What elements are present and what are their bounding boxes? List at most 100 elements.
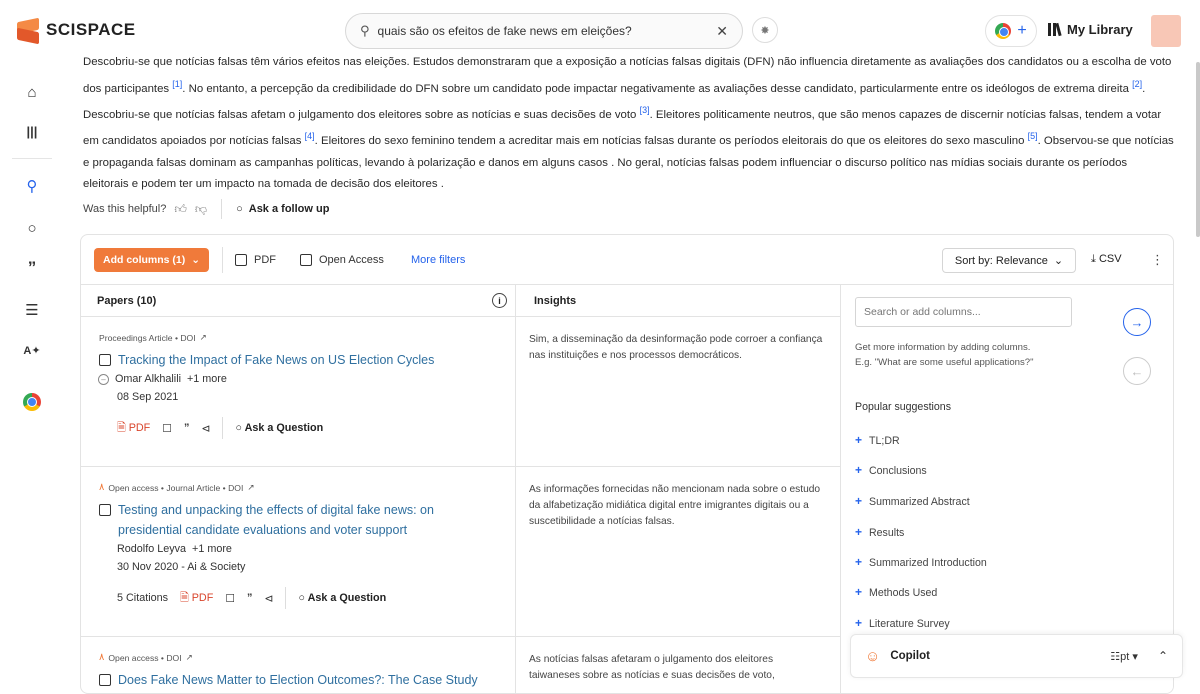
- page-scrollbar[interactable]: [1196, 62, 1200, 237]
- popular-suggestions-heading: Popular suggestions: [855, 401, 951, 413]
- arrow-left-icon[interactable]: ←: [1123, 357, 1151, 385]
- library-icon[interactable]: |||: [20, 119, 44, 143]
- plus-icon: +: [855, 463, 863, 477]
- ask-question-button[interactable]: ○ Ask a Question: [298, 592, 386, 604]
- ask-follow-up-button[interactable]: ○ Ask a follow up: [236, 203, 329, 215]
- more-authors[interactable]: +1 more: [192, 543, 232, 555]
- suggestion-item[interactable]: + TL;DR: [855, 434, 900, 447]
- more-options-icon[interactable]: ⋮: [1151, 252, 1164, 268]
- citation-ref[interactable]: [2]: [1132, 79, 1142, 89]
- suggestion-item[interactable]: + Results: [855, 526, 904, 539]
- pdf-button[interactable]: 🗎︎ PDF: [117, 419, 150, 438]
- info-icon[interactable]: i: [492, 293, 507, 308]
- table-toolbar: Add columns (1) ⌄ PDF Open Access More f…: [81, 235, 1173, 285]
- add-columns-button[interactable]: Add columns (1) ⌄: [94, 248, 210, 272]
- bookmark-icon[interactable]: ☐: [225, 592, 235, 605]
- scispace-logo[interactable]: SCISPACE: [16, 17, 136, 45]
- csv-export-button[interactable]: ⤓ CSV: [1091, 253, 1122, 266]
- select-paper-checkbox[interactable]: [99, 354, 111, 366]
- insight-cell: As notícias falsas afetaram o julgamento…: [516, 637, 841, 693]
- sort-label: Sort by: Relevance: [954, 254, 1048, 267]
- search-icon[interactable]: ⚲: [20, 174, 44, 198]
- pdf-filter-checkbox[interactable]: PDF: [235, 254, 276, 266]
- collapse-icon[interactable]: –: [98, 373, 109, 385]
- language-selector[interactable]: ☷pt ▾: [1110, 650, 1138, 663]
- chrome-icon[interactable]: [20, 390, 44, 414]
- copilot-label: Copilot: [890, 650, 930, 662]
- divider: [222, 247, 223, 273]
- sort-dropdown[interactable]: Sort by: Relevance ⌄: [942, 248, 1076, 273]
- suggestion-item[interactable]: + Methods Used: [855, 586, 937, 599]
- citations-count[interactable]: 5 Citations: [117, 592, 168, 604]
- quote-icon[interactable]: ”: [20, 256, 44, 280]
- answer-text: . Eleitores do sexo feminino tendem a ac…: [314, 135, 1028, 148]
- home-icon[interactable]: ⌂: [20, 80, 44, 104]
- share-icon[interactable]: ⊲: [201, 422, 210, 435]
- chevron-down-icon: ⌄: [1053, 255, 1064, 267]
- search-input[interactable]: [377, 24, 717, 38]
- chrome-extension-button[interactable]: +: [985, 15, 1037, 47]
- paper-cell: ٨ Open access • DOI ↗ Does Fake News Mat…: [81, 637, 516, 693]
- panel-hint-line: E.g. "What are some useful applications?…: [855, 357, 1034, 368]
- divider: [221, 199, 223, 219]
- paper-meta: ٨ Open access • Journal Article • DOI ↗: [99, 482, 497, 493]
- ai-writer-icon[interactable]: A✦: [20, 338, 44, 362]
- clear-search-icon[interactable]: ✕: [716, 23, 728, 40]
- suggestion-label: Conclusions: [869, 465, 927, 477]
- share-icon[interactable]: ⊲: [264, 592, 273, 605]
- suggestion-label: Summarized Abstract: [869, 496, 970, 508]
- open-access-checkbox[interactable]: Open Access: [300, 254, 384, 266]
- more-authors[interactable]: +1 more: [187, 373, 227, 385]
- add-column-input[interactable]: [855, 297, 1072, 327]
- author-name: Rodolfo Leyva: [117, 543, 187, 555]
- suggestion-item[interactable]: + Summarized Introduction: [855, 556, 987, 569]
- search-bar[interactable]: ⚲ ✕: [345, 13, 743, 49]
- external-link-icon[interactable]: ↗: [186, 652, 193, 663]
- chevron-up-icon[interactable]: ⌃: [1158, 649, 1168, 663]
- paper-title[interactable]: Testing and unpacking the effects of dig…: [118, 500, 497, 540]
- left-nav-rail: ⌂ ||| ⚲ ○ ” ☰ A✦: [0, 62, 64, 682]
- list-icon[interactable]: ☰: [20, 298, 44, 322]
- insights-column-header[interactable]: Insights: [516, 285, 841, 317]
- table-row: Proceedings Article • DOI ↗ Tracking the…: [81, 317, 841, 467]
- paper-meta: ٨ Open access • DOI ↗: [99, 652, 497, 663]
- citation-ref[interactable]: [3]: [640, 105, 650, 115]
- paper-title[interactable]: Does Fake News Matter to Election Outcom…: [118, 670, 478, 690]
- user-avatar[interactable]: [1151, 15, 1181, 47]
- copilot-bar[interactable]: ☺ Copilot ☷pt ▾ ⌃: [850, 634, 1183, 678]
- arrow-right-icon[interactable]: →: [1123, 308, 1151, 336]
- suggestion-item[interactable]: + Literature Survey: [855, 617, 950, 630]
- suggestion-item[interactable]: + Summarized Abstract: [855, 495, 970, 508]
- thumbs-down-icon[interactable]: 👎︎: [195, 202, 207, 217]
- panel-hint-line: Get more information by adding columns.: [855, 342, 1031, 353]
- thumbs-up-icon[interactable]: 👍︎: [174, 202, 187, 217]
- paper-actions: 5 Citations 🗎︎ PDF ☐ ” ⊲ ○ Ask a Questio…: [117, 587, 497, 609]
- external-link-icon[interactable]: ↗: [247, 482, 254, 493]
- citation-ref[interactable]: [1]: [172, 79, 182, 89]
- quote-icon[interactable]: ”: [247, 592, 252, 604]
- rail-divider: [12, 158, 52, 159]
- quote-icon[interactable]: ”: [184, 422, 189, 434]
- open-access-icon: ٨: [99, 652, 105, 663]
- suggestion-item[interactable]: + Conclusions: [855, 463, 927, 477]
- insight-cell: As informações fornecidas não mencionam …: [516, 467, 841, 636]
- papers-header-label: Papers (10): [97, 294, 157, 307]
- pdf-icon: 🗎︎: [180, 591, 189, 604]
- globe-icon: ☷: [1110, 650, 1121, 663]
- pdf-button[interactable]: 🗎︎ PDF: [180, 589, 213, 608]
- my-library-button[interactable]: My Library: [1048, 22, 1133, 37]
- select-paper-checkbox[interactable]: [99, 674, 111, 686]
- select-paper-checkbox[interactable]: [99, 504, 111, 516]
- suggestion-label: Literature Survey: [869, 618, 950, 630]
- bookmark-icon[interactable]: ☐: [162, 422, 172, 435]
- pdf-label: PDF: [191, 591, 214, 604]
- lightbulb-icon[interactable]: ✸: [752, 17, 778, 43]
- citation-ref[interactable]: [4]: [305, 131, 315, 141]
- chat-icon[interactable]: ○: [20, 216, 44, 240]
- insights-header-label: Insights: [534, 294, 577, 307]
- citation-ref[interactable]: [5]: [1028, 131, 1038, 141]
- more-filters-link[interactable]: More filters: [411, 254, 465, 266]
- ask-question-button[interactable]: ○ Ask a Question: [235, 422, 323, 434]
- external-link-icon[interactable]: ↗: [200, 332, 207, 343]
- paper-title[interactable]: Tracking the Impact of Fake News on US E…: [118, 350, 434, 370]
